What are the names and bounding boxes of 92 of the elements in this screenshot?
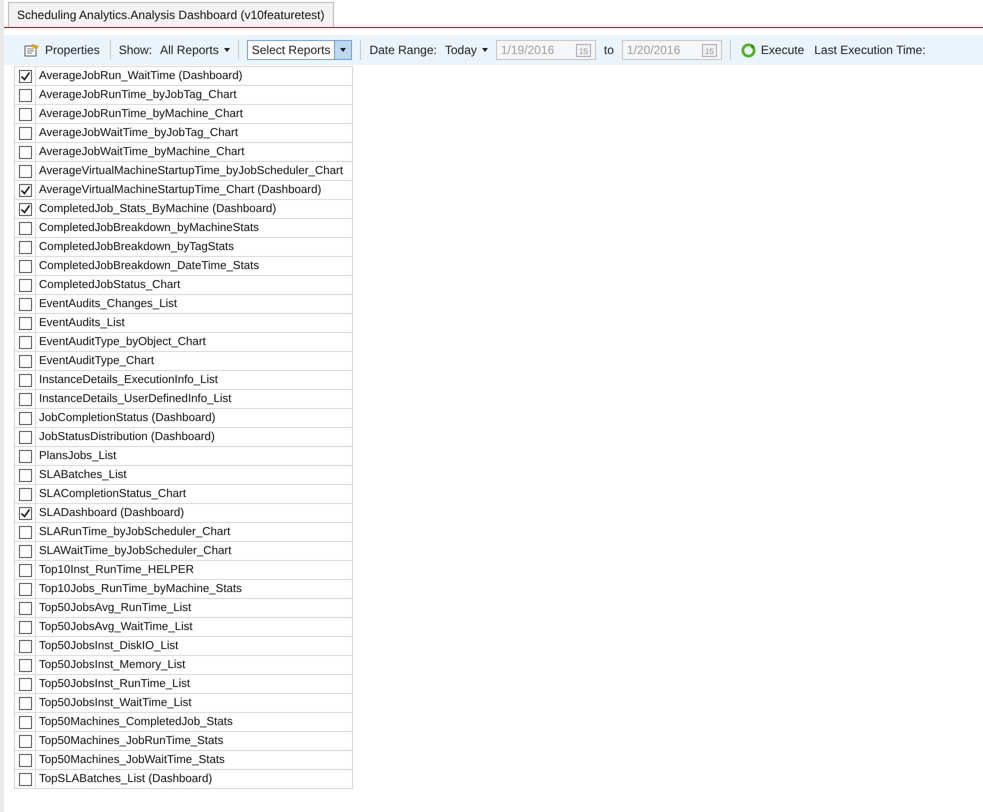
checkbox[interactable] — [18, 354, 32, 368]
report-name: Top10Inst_RunTime_HELPER — [38, 563, 194, 578]
caret-icon — [340, 48, 346, 52]
report-name: Top50JobsInst_DiskIO_List — [38, 639, 178, 654]
checkbox[interactable] — [18, 298, 32, 310]
report-name: CompletedJobStatus_Chart — [38, 278, 180, 293]
checkbox[interactable] — [18, 336, 32, 348]
report-name: CompletedJobBreakdown_byMachineStats — [38, 221, 259, 236]
report-name: Top50Machines_CompletedJob_Stats — [38, 715, 233, 730]
report-name: EventAuditType_Chart — [38, 354, 154, 369]
checkbox[interactable] — [18, 716, 32, 728]
report-name: Top10Jobs_RunTime_byMachine_Stats — [38, 582, 242, 597]
properties-button[interactable]: Properties — [22, 43, 102, 57]
execute-button[interactable]: Execute — [738, 42, 806, 58]
report-name: CompletedJobBreakdown_DateTime_Stats — [38, 259, 260, 274]
checkbox[interactable] — [18, 754, 32, 766]
checkbox[interactable] — [18, 658, 32, 672]
checkbox[interactable] — [18, 696, 32, 710]
checkbox[interactable] — [18, 772, 32, 786]
checkbox[interactable] — [18, 620, 32, 634]
show-dropdown[interactable]: All Reports — [160, 43, 230, 57]
checkbox[interactable] — [18, 278, 32, 292]
checkbox[interactable] — [18, 734, 32, 748]
report-name: AverageVirtualMachineStartupTime_byJobScheduler_Chart — [38, 164, 344, 179]
checkbox[interactable] — [18, 88, 32, 102]
report-name: InstanceDetails_UserDefinedInfo_List — [38, 392, 232, 407]
report-name: AverageJobRun_WaitTime (Dashboard) — [38, 69, 242, 84]
refresh-icon — [740, 42, 756, 58]
report-name: Top50JobsAvg_RunTime_List — [38, 601, 192, 616]
report-name: SLACompletionStatus_Chart — [38, 487, 186, 502]
report-name: Top50JobsAvg_WaitTime_List — [38, 620, 193, 635]
report-name: CompletedJobBreakdown_byTagStats — [38, 240, 234, 255]
caret-icon — [224, 48, 230, 52]
date-range-label: Date Range: — [369, 43, 437, 57]
document-tab[interactable]: Scheduling Analytics.Analysis Dashboard (v10featuretest) — [8, 2, 334, 27]
last-execution-label: Last Execution Time: — [814, 43, 926, 57]
report-name: TopSLABatches_List (Dashboard) — [38, 772, 212, 787]
checkbox[interactable] — [18, 678, 32, 690]
checkbox[interactable] — [18, 202, 32, 216]
checkbox[interactable] — [18, 602, 32, 614]
report-name: SLAWaitTime_byJobScheduler_Chart — [38, 544, 232, 559]
to-label: to — [604, 43, 614, 57]
select-reports-combo[interactable]: Select Reports — [246, 40, 352, 60]
date-range-dropdown[interactable]: Today — [444, 43, 488, 57]
checkbox[interactable] — [18, 412, 32, 424]
checkbox[interactable] — [18, 70, 32, 82]
checkbox[interactable] — [18, 488, 32, 500]
report-name: JobCompletionStatus (Dashboard) — [38, 411, 216, 426]
report-name: AverageJobWaitTime_byJobTag_Chart — [38, 126, 238, 141]
checkbox[interactable] — [18, 526, 32, 538]
caret-icon — [482, 48, 488, 52]
checkbox[interactable] — [18, 108, 32, 120]
checkbox[interactable] — [18, 146, 32, 158]
report-name: EventAudits_List — [38, 316, 125, 331]
checkbox[interactable] — [18, 240, 32, 254]
report-name: JobStatusDistribution (Dashboard) — [38, 430, 215, 445]
report-name: SLADashboard (Dashboard) — [38, 506, 184, 521]
report-name: EventAudits_Changes_List — [38, 297, 178, 312]
checkbox[interactable] — [18, 506, 32, 520]
checkbox[interactable] — [18, 316, 32, 330]
report-name: EventAuditType_byObject_Chart — [38, 335, 206, 350]
report-name: AverageVirtualMachineStartupTime_Chart (Dashboard) — [38, 183, 322, 198]
report-name: AverageJobRunTime_byMachine_Chart — [38, 107, 243, 122]
report-name: AverageJobWaitTime_byMachine_Chart — [38, 145, 244, 160]
checkbox[interactable] — [18, 164, 32, 178]
checkbox[interactable] — [18, 374, 32, 386]
checkbox[interactable] — [18, 564, 32, 576]
dropdown-button[interactable] — [334, 41, 352, 59]
report-name: AverageJobRunTime_byJobTag_Chart — [38, 88, 237, 103]
show-label: Show: — [118, 43, 152, 57]
report-name: PlansJobs_List — [38, 449, 116, 464]
report-name: CompletedJob_Stats_ByMachine (Dashboard) — [38, 202, 276, 217]
report-name: SLABatches_List — [38, 468, 127, 483]
checkbox[interactable] — [18, 126, 32, 140]
checkbox[interactable] — [18, 392, 32, 406]
checkbox[interactable] — [18, 544, 32, 558]
report-name: Top50JobsInst_WaitTime_List — [38, 696, 192, 711]
checkbox[interactable] — [18, 260, 32, 272]
properties-icon — [24, 43, 40, 57]
report-name: Top50JobsInst_RunTime_List — [38, 677, 190, 692]
report-name: SLARunTime_byJobScheduler_Chart — [38, 525, 230, 540]
checkbox[interactable] — [18, 468, 32, 482]
checkbox[interactable] — [18, 222, 32, 234]
checkbox[interactable] — [18, 450, 32, 462]
report-name: Top50Machines_JobRunTime_Stats — [38, 734, 224, 749]
checkbox[interactable] — [18, 184, 32, 196]
report-name: Top50Machines_JobWaitTime_Stats — [38, 753, 225, 768]
checkbox[interactable] — [18, 430, 32, 444]
report-name: InstanceDetails_ExecutionInfo_List — [38, 373, 218, 388]
checkbox[interactable] — [18, 640, 32, 652]
report-name: Top50JobsInst_Memory_List — [38, 658, 186, 673]
checkbox[interactable] — [18, 582, 32, 596]
